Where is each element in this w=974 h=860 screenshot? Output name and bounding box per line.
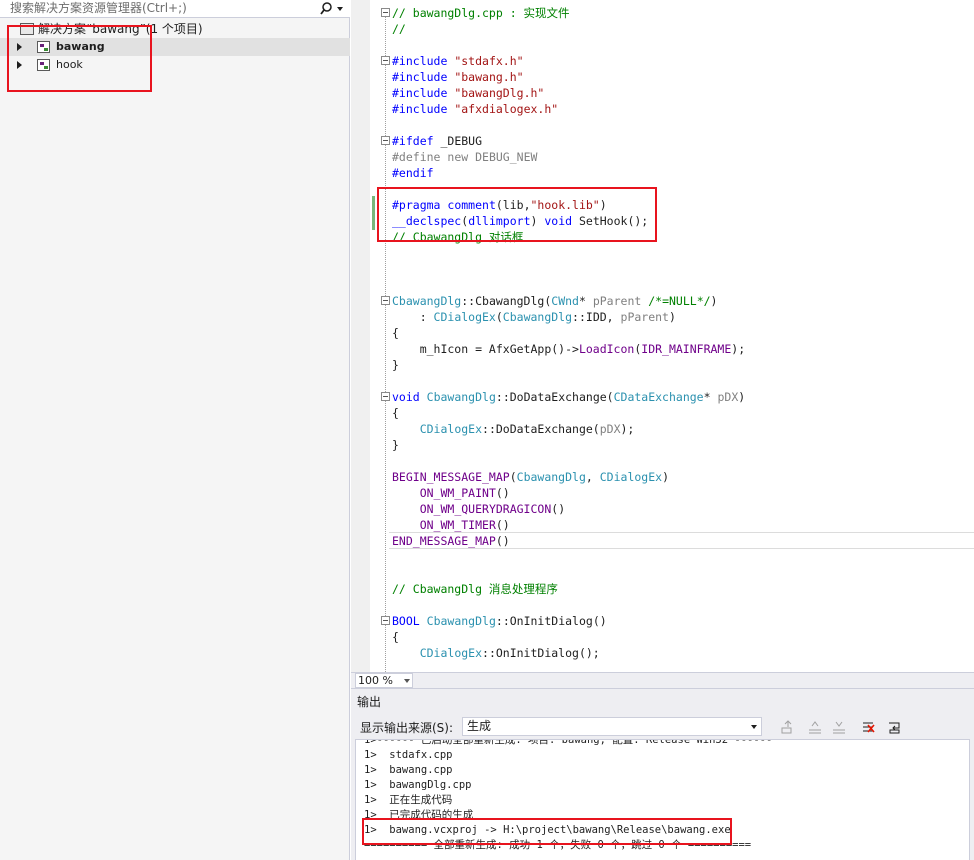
code-line[interactable]: END_MESSAGE_MAP(): [392, 533, 510, 549]
collapse-icon[interactable]: [381, 56, 390, 65]
code-line[interactable]: #define new DEBUG_NEW: [392, 149, 537, 165]
zoom-dropdown[interactable]: 100 %: [355, 673, 413, 688]
annotation-box-build-result: [362, 818, 732, 845]
code-line[interactable]: void CbawangDlg::DoDataExchange(CDataExc…: [392, 389, 745, 405]
outline-guide: [385, 8, 386, 672]
chevron-down-icon: [404, 679, 410, 683]
code-line[interactable]: // bawangDlg.cpp : 实现文件: [392, 5, 570, 21]
output-source-select[interactable]: 生成: [462, 717, 762, 736]
code-line[interactable]: {: [392, 325, 399, 341]
code-line[interactable]: CDialogEx::OnInitDialog();: [392, 645, 600, 661]
code-line[interactable]: : CDialogEx(CbawangDlg::IDD, pParent): [392, 309, 676, 325]
code-line[interactable]: BEGIN_MESSAGE_MAP(CbawangDlg, CDialogEx): [392, 469, 669, 485]
output-source-value: 生成: [467, 719, 492, 733]
code-line[interactable]: //: [392, 21, 406, 37]
output-line: 1> bawangDlg.cpp: [364, 779, 472, 791]
code-line[interactable]: #include "afxdialogex.h": [392, 101, 558, 117]
word-wrap-icon[interactable]: [887, 719, 903, 735]
code-line[interactable]: #include "bawangDlg.h": [392, 85, 544, 101]
collapse-icon[interactable]: [381, 392, 390, 401]
next-message-icon[interactable]: [831, 719, 847, 735]
zoom-level: 100 %: [358, 674, 393, 687]
annotation-box-pragma: [377, 187, 657, 242]
code-line[interactable]: CbawangDlg::CbawangDlg(CWnd* pParent /*=…: [392, 293, 717, 309]
explorer-search-input[interactable]: 搜索解决方案资源管理器(Ctrl+;): [10, 0, 310, 17]
output-panel: 输出 显示输出来源(S): 生成 1>------ 已启动全部重新生成: 项目:…: [351, 688, 974, 860]
change-indicator: [372, 196, 375, 230]
collapse-icon[interactable]: [381, 296, 390, 305]
output-line: 1> 正在生成代码: [364, 794, 453, 806]
clear-all-icon[interactable]: [860, 719, 876, 735]
code-line[interactable]: }: [392, 437, 399, 453]
code-line[interactable]: #endif: [392, 165, 434, 181]
search-icon[interactable]: [320, 1, 344, 17]
code-line[interactable]: // CbawangDlg 消息处理程序: [392, 581, 558, 597]
output-line: 1> bawang.cpp: [364, 764, 453, 776]
collapse-icon[interactable]: [381, 136, 390, 145]
code-line[interactable]: #ifdef _DEBUG: [392, 133, 482, 149]
output-line: 1> stdafx.cpp: [364, 749, 453, 761]
code-line[interactable]: m_hIcon = AfxGetApp()->LoadIcon(IDR_MAIN…: [392, 341, 745, 357]
explorer-search-bar: 搜索解决方案资源管理器(Ctrl+;): [0, 0, 350, 18]
editor-status-strip: 100 %: [351, 672, 974, 688]
output-line: 1>------ 已启动全部重新生成: 项目: bawang, 配置: Rele…: [364, 739, 773, 746]
code-line[interactable]: ON_WM_PAINT(): [392, 485, 510, 501]
collapse-icon[interactable]: [381, 8, 390, 17]
output-title: 输出: [357, 695, 382, 709]
code-line[interactable]: CDialogEx::DoDataExchange(pDX);: [392, 421, 635, 437]
code-line[interactable]: ON_WM_TIMER(): [392, 517, 510, 533]
find-message-icon[interactable]: [780, 719, 796, 735]
code-line[interactable]: }: [392, 357, 399, 373]
annotation-box-projects: [7, 25, 152, 92]
output-toolbar: 显示输出来源(S): 生成: [351, 715, 974, 739]
code-line[interactable]: {: [392, 629, 399, 645]
output-source-label: 显示输出来源(S):: [360, 721, 454, 735]
code-editor[interactable]: // bawangDlg.cpp : 实现文件// #include "stdaf…: [351, 0, 974, 672]
solution-explorer: 搜索解决方案资源管理器(Ctrl+;) 解决方案“bawang”(1 个项目) …: [0, 0, 350, 860]
code-line[interactable]: BOOL CbawangDlg::OnInitDialog(): [392, 613, 607, 629]
chevron-down-icon: [751, 725, 757, 729]
code-line[interactable]: #include "stdafx.h": [392, 53, 524, 69]
editor-gutter: [351, 0, 370, 672]
code-line[interactable]: #include "bawang.h": [392, 69, 524, 85]
previous-message-icon[interactable]: [807, 719, 823, 735]
collapse-icon[interactable]: [381, 616, 390, 625]
code-line[interactable]: ON_WM_QUERYDRAGICON(): [392, 501, 565, 517]
code-line[interactable]: {: [392, 405, 399, 421]
